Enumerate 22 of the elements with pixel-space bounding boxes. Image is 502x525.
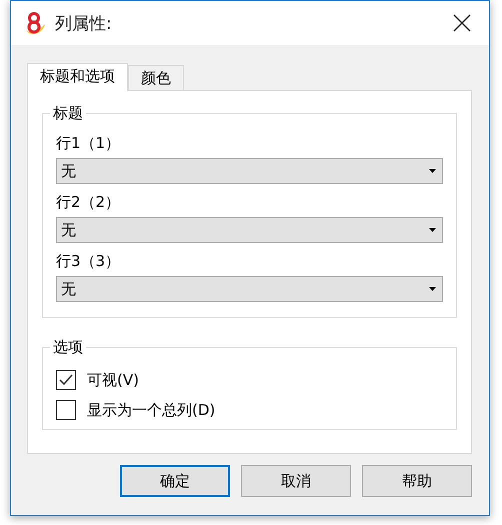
group-label: 选项 — [52, 338, 84, 357]
dropdown[interactable]: 无 — [56, 217, 443, 243]
dropdown[interactable]: 无 — [56, 276, 443, 302]
checkbox[interactable] — [56, 370, 76, 390]
tab[interactable]: 标题和选项 — [27, 63, 128, 91]
checkbox-label: 显示为一个总列(D) — [87, 400, 216, 420]
dropdown-arrow-icon — [429, 287, 436, 291]
row-label: 行2（2） — [56, 192, 122, 212]
dialog-button[interactable]: 取消 — [241, 465, 351, 497]
close-icon[interactable] — [453, 14, 471, 32]
group-label: 标题 — [52, 104, 84, 123]
dropdown[interactable]: 无 — [56, 158, 443, 184]
checkbox[interactable] — [56, 400, 76, 420]
dropdown-arrow-icon — [429, 228, 436, 232]
window-title: 列属性: — [55, 12, 113, 34]
row-label: 行3（3） — [56, 251, 122, 271]
tab[interactable]: 颜色 — [128, 65, 184, 90]
dialog-button[interactable]: 确定 — [120, 465, 230, 497]
row-label: 行1（1） — [56, 133, 122, 153]
checkbox-label: 可视(V) — [87, 370, 139, 390]
dialog-button[interactable]: 帮助 — [362, 465, 472, 497]
dropdown-arrow-icon — [429, 169, 436, 173]
